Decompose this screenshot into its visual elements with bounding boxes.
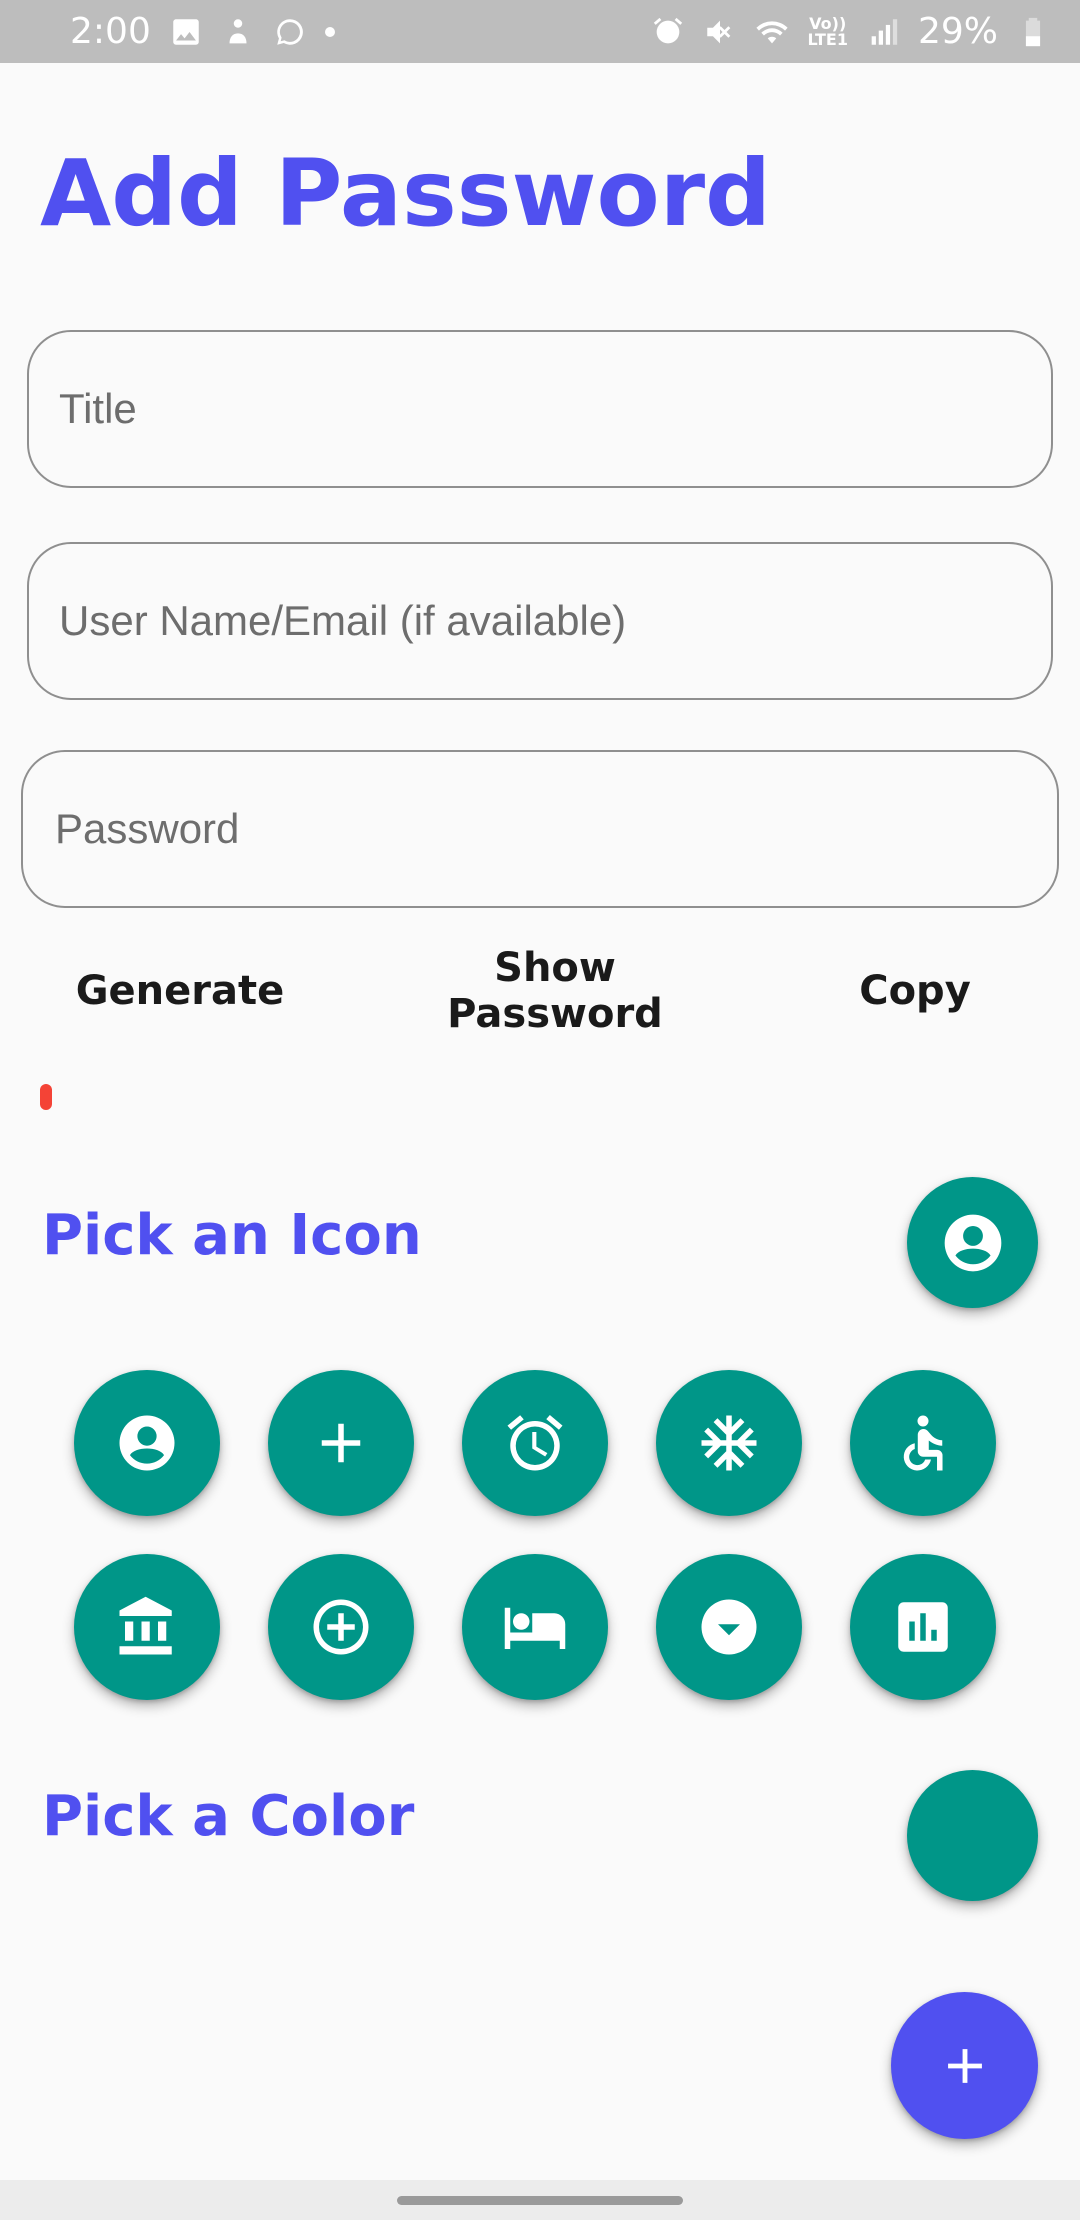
wifi-icon — [755, 15, 789, 49]
add-circle-outline-icon — [313, 1599, 369, 1655]
title-input[interactable] — [59, 332, 1051, 486]
icon-option-account[interactable] — [74, 1370, 220, 1516]
snowflake-icon — [701, 1415, 757, 1471]
battery-icon — [1016, 15, 1050, 49]
alarm-status-icon — [651, 15, 685, 49]
icon-option-chart[interactable] — [850, 1554, 996, 1700]
account-circle-icon — [944, 1214, 1001, 1271]
icon-option-bank[interactable] — [74, 1554, 220, 1700]
selected-icon-button[interactable] — [907, 1177, 1038, 1308]
icon-option-snowflake[interactable] — [656, 1370, 802, 1516]
icon-option-hotel[interactable] — [462, 1554, 608, 1700]
add-password-fab[interactable] — [891, 1992, 1038, 2139]
battery-percent: 29% — [917, 11, 998, 52]
password-strength-indicator — [40, 1084, 52, 1110]
home-gesture-handle[interactable] — [397, 2196, 683, 2205]
password-field[interactable] — [21, 750, 1059, 908]
clock: 2:00 — [70, 11, 151, 52]
bank-icon — [119, 1596, 172, 1655]
hotel-bed-icon — [504, 1607, 566, 1649]
whatsapp-notification-icon — [273, 15, 307, 49]
page-title: Add Password — [40, 140, 771, 247]
pick-color-title: Pick a Color — [42, 1784, 415, 1849]
username-input[interactable] — [59, 544, 1051, 698]
add-icon — [321, 1423, 361, 1463]
icon-option-dropdown[interactable] — [656, 1554, 802, 1700]
account-circle-icon — [119, 1415, 175, 1471]
password-actions: Generate Show Password Copy — [0, 945, 1080, 1037]
bar-chart-icon — [898, 1602, 948, 1652]
show-password-button[interactable]: Show Password — [390, 945, 720, 1037]
selected-color-button[interactable] — [907, 1770, 1038, 1901]
volte-indicator: Vo)) LTE1 — [807, 13, 848, 49]
mute-icon — [703, 15, 737, 49]
alarm-icon — [507, 1414, 563, 1471]
pick-icon-title: Pick an Icon — [42, 1203, 422, 1268]
status-bar-left: 2:00 — [70, 11, 335, 52]
app-notification-icon — [221, 15, 255, 49]
generate-button[interactable]: Generate — [70, 958, 290, 1024]
icon-option-alarm[interactable] — [462, 1370, 608, 1516]
accessible-icon — [903, 1415, 943, 1471]
status-bar: 2:00 Vo)) LTE1 29% — [0, 0, 1080, 63]
icon-grid — [0, 1370, 1080, 1700]
status-bar-right: Vo)) LTE1 29% — [651, 11, 1050, 52]
add-icon — [947, 2048, 982, 2083]
title-field[interactable] — [27, 330, 1053, 488]
username-field[interactable] — [27, 542, 1053, 700]
icon-option-add-circle[interactable] — [268, 1554, 414, 1700]
gallery-notification-icon — [169, 15, 203, 49]
icon-option-add[interactable] — [268, 1370, 414, 1516]
password-input[interactable] — [55, 752, 1057, 906]
signal-icon — [866, 15, 900, 49]
copy-button[interactable]: Copy — [845, 958, 985, 1024]
arrow-drop-down-circle-icon — [701, 1599, 757, 1655]
more-notifications-dot — [324, 26, 335, 37]
icon-option-accessible[interactable] — [850, 1370, 996, 1516]
